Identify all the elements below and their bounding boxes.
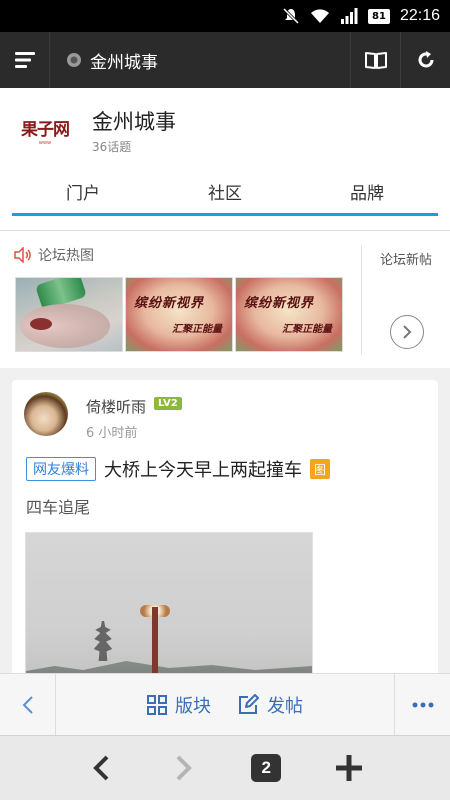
- more-button[interactable]: [394, 673, 450, 736]
- forum-logo: 果子网 www: [18, 110, 72, 150]
- new-post-button[interactable]: 发帖: [237, 692, 303, 718]
- sections-button[interactable]: 版块: [147, 692, 211, 718]
- plus-icon: [335, 755, 362, 781]
- book-icon: [364, 52, 387, 69]
- chevron-right-icon: [403, 325, 412, 339]
- menu-button[interactable]: [0, 32, 50, 88]
- status-bar: 81 22:16: [0, 0, 450, 32]
- new-posts-label[interactable]: 论坛新帖: [380, 249, 432, 268]
- more-icon: [412, 702, 433, 707]
- post-excerpt: 四车追尾: [26, 498, 91, 517]
- mute-icon: [282, 7, 300, 25]
- post-title-row: 网友爆料 大桥上今天早上两起撞车 图: [26, 456, 330, 482]
- hot-image-thumbnail[interactable]: [15, 277, 123, 352]
- reader-mode-button[interactable]: [350, 32, 400, 88]
- post-title[interactable]: 大桥上今天早上两起撞车: [104, 456, 302, 482]
- post-card[interactable]: 倚楼听雨 LV2 6 小时前 网友爆料 大桥上今天早上两起撞车 图 四车追尾: [12, 380, 438, 700]
- hot-images-list: 缤纷新视界 汇聚正能量 缤纷新视界 汇聚正能量: [15, 277, 343, 352]
- hot-image-thumbnail[interactable]: 缤纷新视界 汇聚正能量: [125, 277, 233, 352]
- speaker-icon: [14, 247, 31, 263]
- clock: 22:16: [399, 7, 440, 24]
- grid-icon: [147, 694, 167, 715]
- page-title: 金州城事: [90, 52, 158, 73]
- site-favicon: [67, 53, 81, 67]
- hot-images-header: 论坛热图: [14, 245, 94, 265]
- refresh-icon: [418, 51, 433, 68]
- username[interactable]: 倚楼听雨: [86, 396, 146, 417]
- forum-name: 金州城事: [92, 110, 176, 134]
- menu-icon: [14, 52, 35, 68]
- forum-header: 果子网 www 金州城事 36话题 门户 社区 品牌: [0, 88, 450, 230]
- refresh-button[interactable]: [400, 32, 450, 88]
- hot-images-label: 论坛热图: [38, 248, 94, 264]
- arrow-left-icon: [93, 755, 109, 781]
- tab-community[interactable]: 社区: [154, 176, 296, 213]
- tab-portal[interactable]: 门户: [12, 176, 154, 213]
- thumb-art-text: 缤纷新视界: [134, 296, 205, 311]
- hot-image-thumbnail[interactable]: 缤纷新视界 汇聚正能量: [235, 277, 343, 352]
- divider: [361, 245, 362, 355]
- edit-icon: [239, 693, 259, 714]
- signal-icon: [340, 8, 358, 24]
- sections-label: 版块: [175, 695, 211, 717]
- avatar[interactable]: [24, 392, 68, 436]
- topic-count: 36话题: [92, 140, 132, 154]
- next-button[interactable]: [390, 315, 424, 349]
- logo-text: 果子网: [21, 119, 70, 140]
- forum-tabs: 门户 社区 品牌: [12, 176, 438, 216]
- browser-forward-button[interactable]: [159, 743, 209, 793]
- arrow-right-icon: [176, 755, 192, 781]
- wifi-icon: [310, 8, 330, 24]
- battery-icon: 81: [368, 8, 390, 24]
- browser-nav-bar: 2: [0, 735, 450, 800]
- new-post-label: 发帖: [267, 695, 303, 717]
- tabs-button[interactable]: 2: [241, 743, 291, 793]
- thumb-art-text: 汇聚正能量: [282, 324, 332, 335]
- thumb-art-text: 汇聚正能量: [172, 324, 222, 335]
- browser-top-bar: 金州城事: [0, 32, 450, 88]
- browser-back-button[interactable]: [76, 743, 126, 793]
- logo-subtext: www: [38, 139, 52, 146]
- image-badge: 图: [310, 459, 330, 479]
- forum-toolbar: 版块 发帖: [0, 673, 450, 736]
- back-button[interactable]: [0, 673, 56, 736]
- thumb-art-text: 缤纷新视界: [244, 296, 315, 311]
- new-tab-button[interactable]: [324, 743, 374, 793]
- chevron-left-icon: [22, 695, 33, 714]
- address-bar[interactable]: 金州城事: [50, 48, 350, 73]
- level-badge: LV2: [154, 397, 182, 410]
- tab-brand[interactable]: 品牌: [296, 176, 438, 213]
- category-tag[interactable]: 网友爆料: [26, 457, 96, 481]
- tab-count: 2: [251, 754, 282, 782]
- hot-images-section: 论坛热图 缤纷新视界 汇聚正能量 缤纷新视界 汇聚正能量 论坛新帖: [0, 230, 450, 368]
- post-time: 6 小时前: [86, 426, 138, 441]
